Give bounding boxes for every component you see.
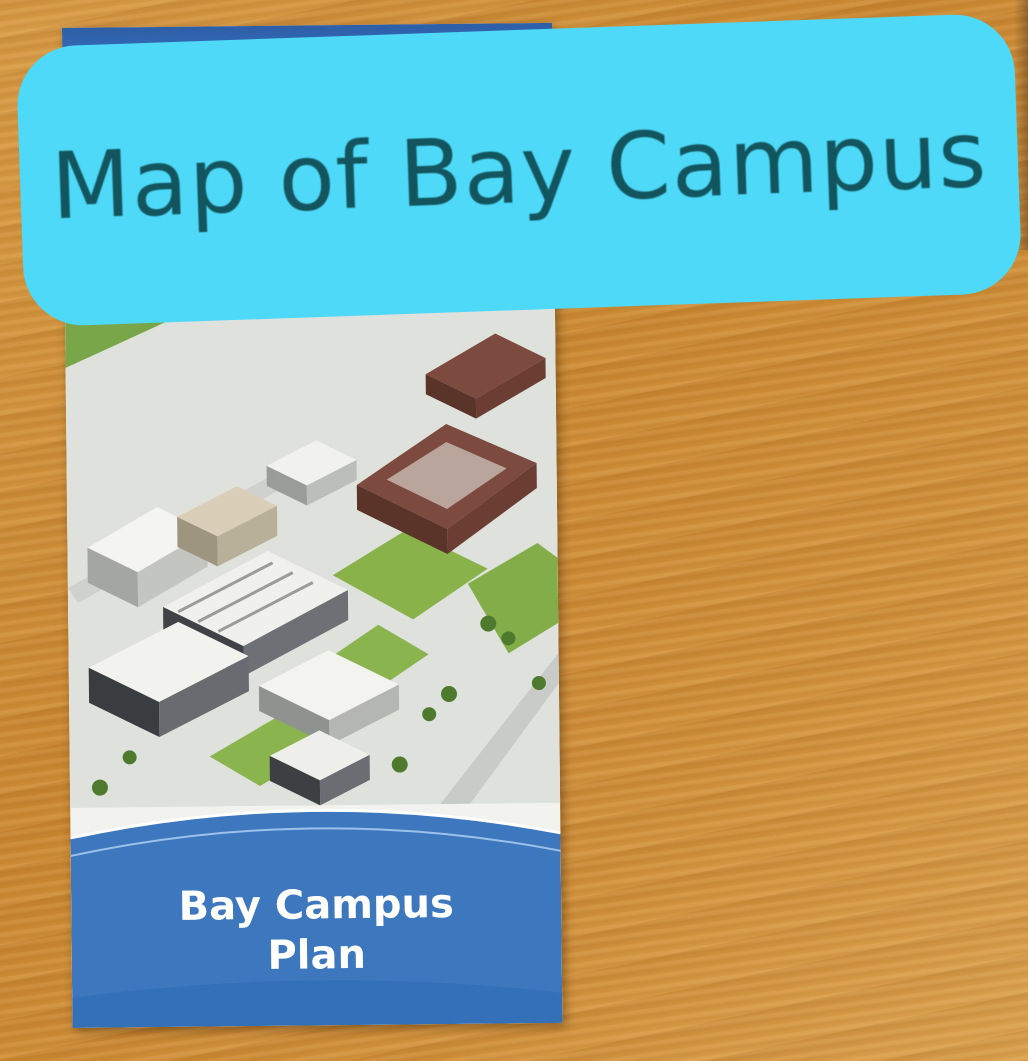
brochure-title-line1: Bay Campus bbox=[178, 880, 455, 930]
caption-overlay: Map of Bay Campus bbox=[15, 12, 1023, 328]
caption-text: Map of Bay Campus bbox=[49, 100, 989, 240]
brochure-title-line2: Plan bbox=[267, 931, 367, 979]
brochure-title-band: Bay Campus Plan bbox=[70, 793, 563, 1028]
